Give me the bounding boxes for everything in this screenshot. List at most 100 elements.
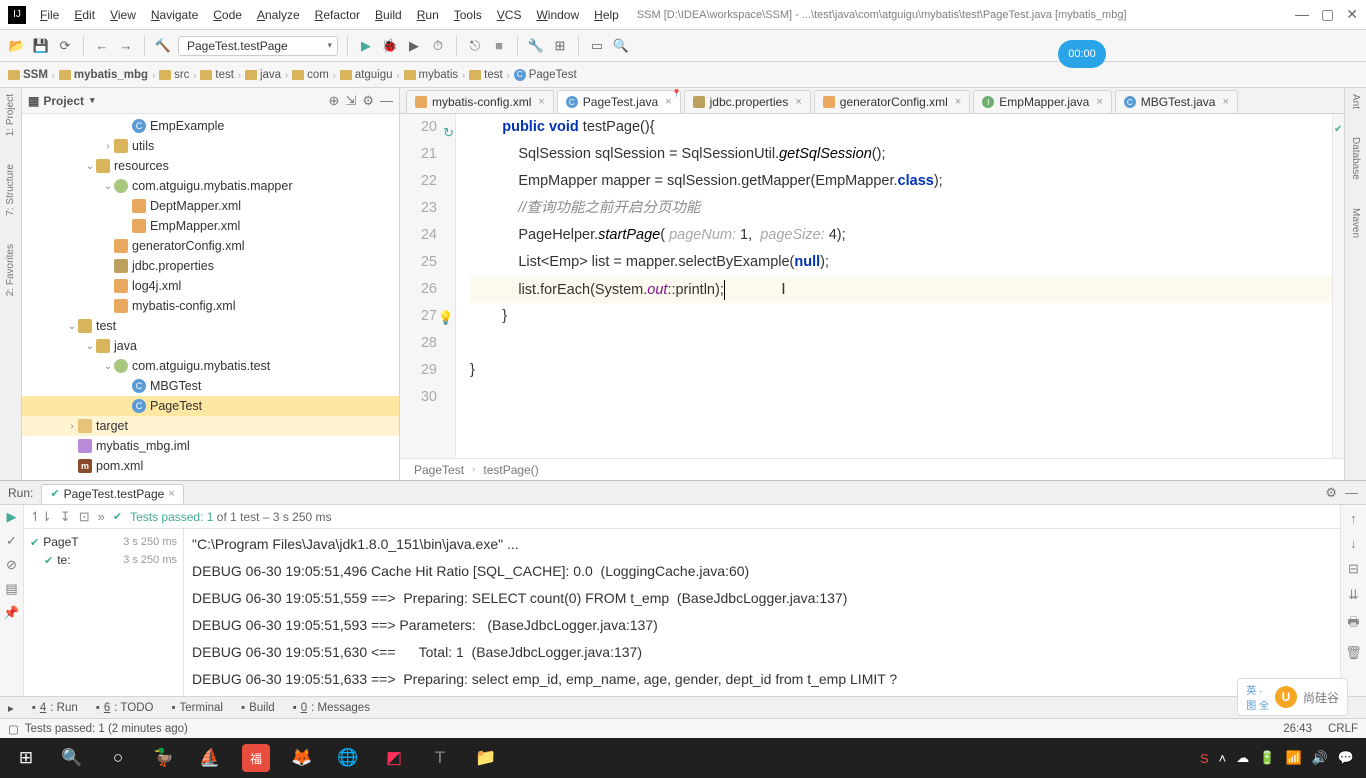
wrap-icon[interactable]: ⊟ (1348, 561, 1359, 577)
tree-item[interactable]: ›utils (22, 136, 399, 156)
up-icon[interactable]: ↑ (1350, 511, 1357, 526)
clear-icon[interactable]: 🗑 (1345, 645, 1362, 661)
editor-tab[interactable]: CPageTest.java×📍 (557, 90, 681, 113)
cloud-icon[interactable]: ☁ (1236, 750, 1249, 766)
stop-icon[interactable]: ■ (490, 37, 508, 55)
sort-icon[interactable]: ↿⇂ (30, 509, 52, 525)
expand-icon[interactable]: ⊡ (79, 509, 90, 525)
volume-icon[interactable]: 🔊 (1312, 750, 1328, 766)
back-icon[interactable]: ← (93, 37, 111, 55)
chevron-icon[interactable]: » (98, 509, 105, 524)
menu-navigate[interactable]: Navigate (145, 6, 204, 24)
test-node[interactable]: ✔te:3 s 250 ms (30, 551, 177, 569)
tree-item[interactable]: ⌄com.atguigu.mybatis.mapper (22, 176, 399, 196)
tree-item[interactable]: EmpMapper.xml (22, 216, 399, 236)
sync-icon[interactable]: ⟳ (56, 37, 74, 55)
app-icon[interactable]: ⛵ (188, 738, 232, 778)
close-button[interactable]: ✕ (1346, 6, 1358, 23)
tree-item[interactable]: mybatis_mbg.iml (22, 436, 399, 456)
print-icon[interactable]: 🖶 (1347, 613, 1359, 635)
run-tab[interactable]: ✔ PageTest.testPage × (41, 484, 183, 504)
editor-tab[interactable]: mybatis-config.xml× (406, 90, 554, 113)
tree-item[interactable]: CEmpExample (22, 116, 399, 136)
tree-item[interactable]: ⌄test (22, 316, 399, 336)
menu-code[interactable]: Code (207, 6, 248, 24)
menu-build[interactable]: Build (369, 6, 408, 24)
editor-tab[interactable]: CMBGTest.java× (1115, 90, 1238, 113)
tray-up-icon[interactable]: ˄ (1219, 751, 1227, 766)
breadcrumb-item[interactable]: mybatis (404, 69, 459, 81)
bottom-tab-todo[interactable]: ▪ 6: TODO (96, 702, 154, 714)
tree-item[interactable]: CMBGTest (22, 376, 399, 396)
hide-icon[interactable]: — (380, 93, 393, 108)
collapse-icon[interactable]: ⇲ (345, 93, 356, 109)
forward-icon[interactable]: → (117, 37, 135, 55)
search-button[interactable]: 🔍 (50, 738, 94, 778)
close-tab-icon[interactable]: × (168, 488, 174, 500)
tray-icon[interactable]: S (1200, 751, 1209, 766)
tree-item[interactable]: CPageTest (22, 396, 399, 416)
tree-item[interactable]: log4j.xml (22, 276, 399, 296)
profile-icon[interactable]: ⏱ (429, 37, 447, 55)
menu-run[interactable]: Run (411, 6, 445, 24)
tool-ant[interactable]: Ant (1350, 94, 1361, 109)
bottom-tab-terminal[interactable]: ▪ Terminal (171, 702, 223, 714)
wifi-icon[interactable]: 📶 (1285, 750, 1301, 766)
scroll-icon[interactable]: ⇊ (1348, 587, 1359, 603)
open-icon[interactable]: 📂 (8, 37, 26, 55)
status-icon[interactable]: ▢ (8, 722, 19, 736)
tree-item[interactable]: ⌄com.atguigu.mybatis.test (22, 356, 399, 376)
debug-icon[interactable]: 🐞 (381, 37, 399, 55)
tree-item[interactable]: ›target (22, 416, 399, 436)
battery-icon[interactable]: 🔋 (1259, 750, 1275, 766)
tool-database[interactable]: Database (1350, 137, 1361, 180)
close-tab-icon[interactable]: × (1222, 96, 1228, 108)
bottom-tab-run[interactable]: ▪ 4: Run (32, 702, 78, 714)
app-icon[interactable]: T (418, 738, 462, 778)
test-node[interactable]: ✔PageT3 s 250 ms (30, 533, 177, 551)
project-tree[interactable]: CEmpExample›utils⌄resources⌄com.atguigu.… (22, 114, 399, 480)
menu-tools[interactable]: Tools (448, 6, 488, 24)
start-button[interactable]: ⊞ (4, 738, 48, 778)
explorer-icon[interactable]: 📁 (464, 738, 508, 778)
breadcrumb-item[interactable]: com (292, 69, 329, 81)
wrench-icon[interactable]: 🔧 (527, 37, 545, 55)
console-output[interactable]: "C:\Program Files\Java\jdk1.8.0_151\bin\… (184, 529, 1340, 696)
run-gutter-icon[interactable]: ↻ (443, 119, 454, 146)
close-tab-icon[interactable]: × (538, 96, 544, 108)
editor-tab[interactable]: jdbc.properties× (684, 90, 811, 113)
tree-item[interactable]: DeptMapper.xml (22, 196, 399, 216)
menu-file[interactable]: File (34, 6, 65, 24)
intellij-icon[interactable]: ◩ (372, 738, 416, 778)
menu-help[interactable]: Help (588, 6, 625, 24)
dump-icon[interactable]: ▤ (5, 581, 17, 597)
breadcrumb-item[interactable]: test (200, 69, 234, 81)
code-editor[interactable]: public void testPage(){ SqlSession sqlSe… (456, 114, 1332, 458)
test-tree[interactable]: ✔PageT3 s 250 ms✔te:3 s 250 ms (24, 529, 184, 696)
breadcrumb-item[interactable]: CPageTest (514, 69, 577, 81)
structure-icon[interactable]: ⊞ (551, 37, 569, 55)
crumb[interactable]: PageTest (414, 463, 464, 477)
intention-bulb-icon[interactable]: 💡 (438, 304, 454, 331)
close-tab-icon[interactable]: × (665, 96, 671, 108)
close-tab-icon[interactable]: × (955, 96, 961, 108)
breadcrumb-item[interactable]: mybatis_mbg (59, 69, 148, 81)
run-settings-icon[interactable]: ⚙ (1325, 485, 1337, 501)
menu-refactor[interactable]: Refactor (309, 6, 366, 24)
crumb[interactable]: testPage() (483, 463, 538, 477)
breadcrumb-item[interactable]: java (245, 69, 281, 81)
bottom-tab-build[interactable]: ▪ Build (241, 702, 275, 714)
stop-run-icon[interactable]: ⊘ (6, 557, 17, 573)
presentation-icon[interactable]: ▭ (588, 37, 606, 55)
system-tray[interactable]: S ˄ ☁ 🔋 📶 🔊 💬 (1200, 750, 1362, 766)
tool-favorites[interactable]: 2: Favorites (5, 244, 16, 296)
line-ending[interactable]: CRLF (1328, 723, 1358, 735)
search-icon[interactable]: 🔍 (612, 37, 630, 55)
tree-item[interactable]: ⌄resources (22, 156, 399, 176)
breadcrumb-item[interactable]: SSM (8, 69, 48, 81)
run-icon[interactable]: ▶ (357, 37, 375, 55)
editor-tab[interactable]: IEmpMapper.java× (973, 90, 1111, 113)
build-icon[interactable]: 🔨 (154, 37, 172, 55)
coverage-icon[interactable]: ▶ (405, 37, 423, 55)
settings-icon[interactable]: ⚙ (362, 93, 374, 109)
